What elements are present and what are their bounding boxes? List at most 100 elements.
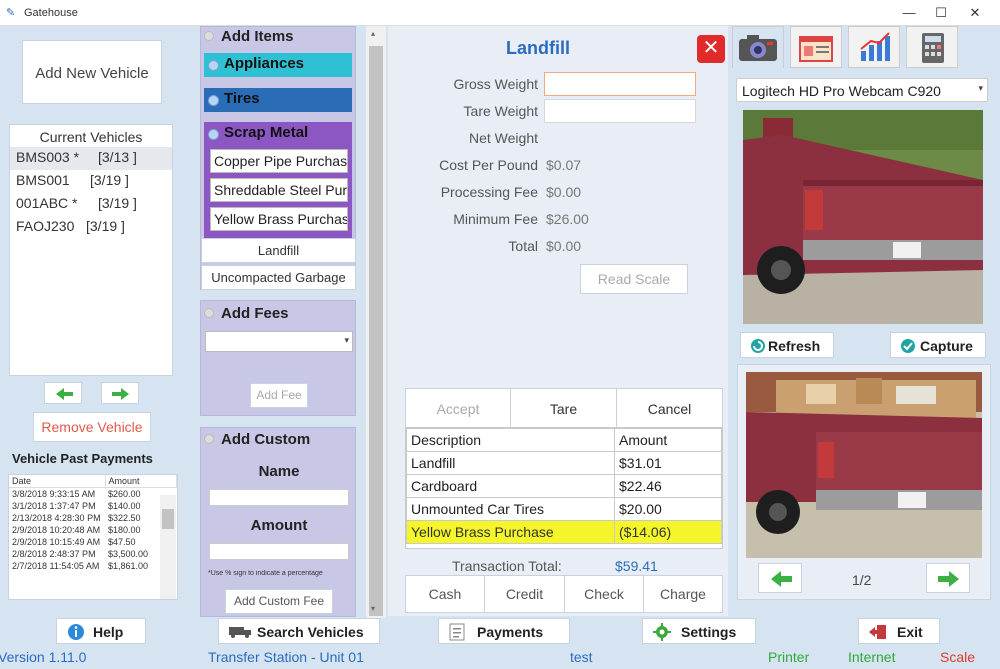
payment-row[interactable]: 2/8/2018 2:48:37 PM $3,500.00 <box>9 548 177 560</box>
table-row[interactable]: Cardboard $22.46 <box>406 474 722 498</box>
close-panel-button[interactable]: ✕ <box>697 35 725 63</box>
past-payments-table: Date Amount 3/8/2018 9:33:15 AM $260.00 3/… <box>8 474 178 600</box>
scrap-metal-label: Scrap Metal <box>224 124 309 141</box>
settings-button[interactable]: Settings <box>642 618 756 644</box>
next-image-button[interactable] <box>926 563 970 593</box>
vehicle-item[interactable]: BMS001 [3/19 ] <box>10 170 172 193</box>
prev-image-button[interactable] <box>758 563 802 593</box>
tab-camera[interactable] <box>732 26 784 68</box>
scrap-item-copper[interactable]: Copper Pipe Purchase <box>210 149 348 173</box>
processing-fee-label: Processing Fee <box>440 184 538 200</box>
vehicle-id: 001ABC * <box>16 195 78 211</box>
custom-amount-input[interactable] <box>209 543 349 560</box>
tires-label: Tires <box>224 90 260 107</box>
payment-row[interactable]: 3/1/2018 1:37:47 PM $140.00 <box>9 500 177 512</box>
vehicle-date: [3/19 ] <box>86 218 125 234</box>
remove-vehicle-button[interactable]: Remove Vehicle <box>33 412 151 442</box>
scrollbar-thumb[interactable] <box>369 46 383 616</box>
camera-select[interactable]: Logitech HD Pro Webcam C920 ▾ <box>736 78 988 102</box>
accept-button[interactable]: Accept <box>405 388 511 428</box>
current-vehicles-list: Current Vehicles BMS003 * [3/13 ] BMS001 [… <box>9 124 173 376</box>
internet-status: Internet <box>848 649 896 665</box>
app-icon: ✎ <box>6 7 16 19</box>
printer-status: Printer <box>768 649 810 665</box>
custom-note: *Use % sign to indicate a percentage <box>208 570 323 577</box>
tab-ids[interactable] <box>790 26 842 68</box>
fee-select[interactable]: ▾ <box>205 331 353 352</box>
search-vehicles-label: Search Vehicles <box>257 624 364 640</box>
exit-label: Exit <box>897 624 923 640</box>
payment-date: 2/8/2018 2:48:37 PM <box>12 549 96 559</box>
add-custom-panel: Add Custom Name Amount *Use % sign to in… <box>200 427 356 617</box>
vehicle-item[interactable]: FAOJ230 [3/19 ] <box>10 216 172 239</box>
maximize-button[interactable]: ☐ <box>926 3 956 23</box>
add-fees-title: Add Fees <box>221 305 289 322</box>
exit-button[interactable]: Exit <box>858 618 940 644</box>
chevron-down-icon: ▾ <box>344 335 349 345</box>
check-button[interactable]: Check <box>564 575 644 613</box>
tires-category[interactable]: Tires <box>204 88 352 112</box>
payment-date: 3/1/2018 1:37:47 PM <box>12 501 96 511</box>
payment-row[interactable]: 3/8/2018 9:33:15 AM $260.00 <box>9 488 177 501</box>
close-icon: ✕ <box>702 37 720 59</box>
custom-name-input[interactable] <box>209 489 349 506</box>
info-icon <box>68 624 84 640</box>
landfill-item[interactable]: Landfill <box>201 238 356 263</box>
search-vehicles-button[interactable]: Search Vehicles <box>218 618 380 644</box>
scale-status: Scale <box>940 649 976 665</box>
col-description: Description <box>406 428 615 452</box>
minimize-button[interactable]: — <box>894 3 924 23</box>
tab-calculator[interactable] <box>906 26 958 68</box>
capture-button[interactable]: Capture <box>890 332 986 358</box>
scrap-item-brass[interactable]: Yellow Brass Purchase <box>210 207 348 231</box>
image-page-indicator: 1/2 <box>852 572 872 588</box>
table-row[interactable]: Unmounted Car Tires $20.00 <box>406 497 722 521</box>
refresh-button[interactable]: Refresh <box>740 332 834 358</box>
payments-scrollbar[interactable] <box>160 495 176 599</box>
current-vehicles-header: Current Vehicles <box>39 129 143 145</box>
tare-weight-input[interactable] <box>544 99 696 123</box>
add-fee-button[interactable]: Add Fee <box>250 383 308 408</box>
chevron-down-icon: ▾ <box>371 604 376 613</box>
chart-icon <box>860 32 890 61</box>
charge-button[interactable]: Charge <box>643 575 723 613</box>
payment-row[interactable]: 2/9/2018 10:15:49 AM $47.50 <box>9 536 177 548</box>
add-custom-fee-button[interactable]: Add Custom Fee <box>225 589 333 614</box>
tab-reports[interactable] <box>848 26 900 68</box>
payment-row[interactable]: 2/9/2018 10:20:48 AM $180.00 <box>9 524 177 536</box>
custom-amount-label: Amount <box>250 517 308 534</box>
uncompacted-garbage-item[interactable]: Uncompacted Garbage <box>201 265 356 290</box>
add-new-vehicle-button[interactable]: Add New Vehicle <box>22 40 162 104</box>
prev-vehicle-button[interactable] <box>44 382 82 404</box>
payment-row[interactable]: 2/13/2018 4:28:30 PM $322.50 <box>9 512 177 524</box>
minimum-fee-value: $26.00 <box>546 211 589 227</box>
truck-photo <box>743 110 983 324</box>
cash-button[interactable]: Cash <box>405 575 485 613</box>
camera-select-value: Logitech HD Pro Webcam C920 <box>742 83 941 99</box>
vehicle-item[interactable]: BMS003 * [3/13 ] <box>10 147 172 170</box>
document-icon <box>449 623 465 641</box>
table-header-row: Description Amount <box>406 428 722 452</box>
scrap-item-steel[interactable]: Shreddable Steel Purchase <box>210 178 348 202</box>
past-payments-title: Vehicle Past Payments <box>12 451 153 466</box>
close-window-button[interactable]: ✕ <box>960 3 990 23</box>
captured-photo[interactable] <box>746 372 982 558</box>
vehicle-item[interactable]: 001ABC * [3/19 ] <box>10 193 172 216</box>
read-scale-button[interactable]: Read Scale <box>580 264 688 294</box>
table-row[interactable]: Landfill $31.01 <box>406 451 722 475</box>
vehicle-date: [3/19 ] <box>98 195 137 211</box>
total-value: $0.00 <box>546 238 582 254</box>
chevron-up-icon: ▴ <box>371 29 376 38</box>
tare-button[interactable]: Tare <box>510 388 617 428</box>
credit-button[interactable]: Credit <box>484 575 565 613</box>
cancel-button[interactable]: Cancel <box>616 388 723 428</box>
items-scrollbar[interactable]: ▴ ▾ <box>366 26 386 618</box>
table-row-selected[interactable]: Yellow Brass Purchase ($14.06) <box>406 520 722 544</box>
next-vehicle-button[interactable] <box>101 382 139 404</box>
help-button[interactable]: Help <box>56 618 146 644</box>
payments-button[interactable]: Payments <box>438 618 570 644</box>
payment-row[interactable]: 2/7/2018 11:54:05 AM $1,861.00 <box>9 560 177 572</box>
gross-weight-input[interactable] <box>544 72 696 96</box>
appliances-category[interactable]: Appliances <box>204 53 352 77</box>
payment-date: 2/9/2018 10:20:48 AM <box>12 525 101 535</box>
